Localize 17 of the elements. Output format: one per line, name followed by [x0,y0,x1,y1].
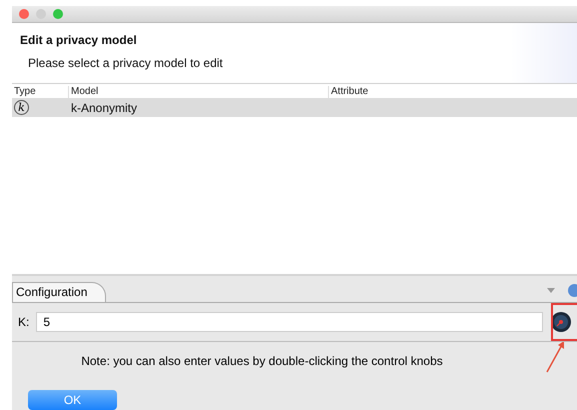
annotation-arrow [544,340,566,374]
highlight-frame [551,303,577,341]
column-header[interactable]: Type [12,86,68,98]
k-input-field[interactable]: 5 [36,312,544,332]
field-label: K: [18,315,30,329]
table-row[interactable]: k k-Anonymity [12,98,577,117]
table-cell-text: k-Anonymity [70,100,138,114]
zoom-button[interactable] [53,9,63,19]
minimize-button[interactable] [36,9,46,19]
note-text: Note: you can also enter values by double-clicking the control knobs [80,354,444,370]
dialog-subtitle: Please select a privacy model to edit [28,56,224,70]
knob-icon[interactable] [550,311,572,333]
close-button[interactable] [19,9,29,19]
dropdown-icon[interactable] [547,288,555,293]
configuration-tab[interactable]: Configuration [12,282,106,302]
dialog-title: Edit a privacy model [20,33,138,47]
type-symbol: k [14,100,29,115]
